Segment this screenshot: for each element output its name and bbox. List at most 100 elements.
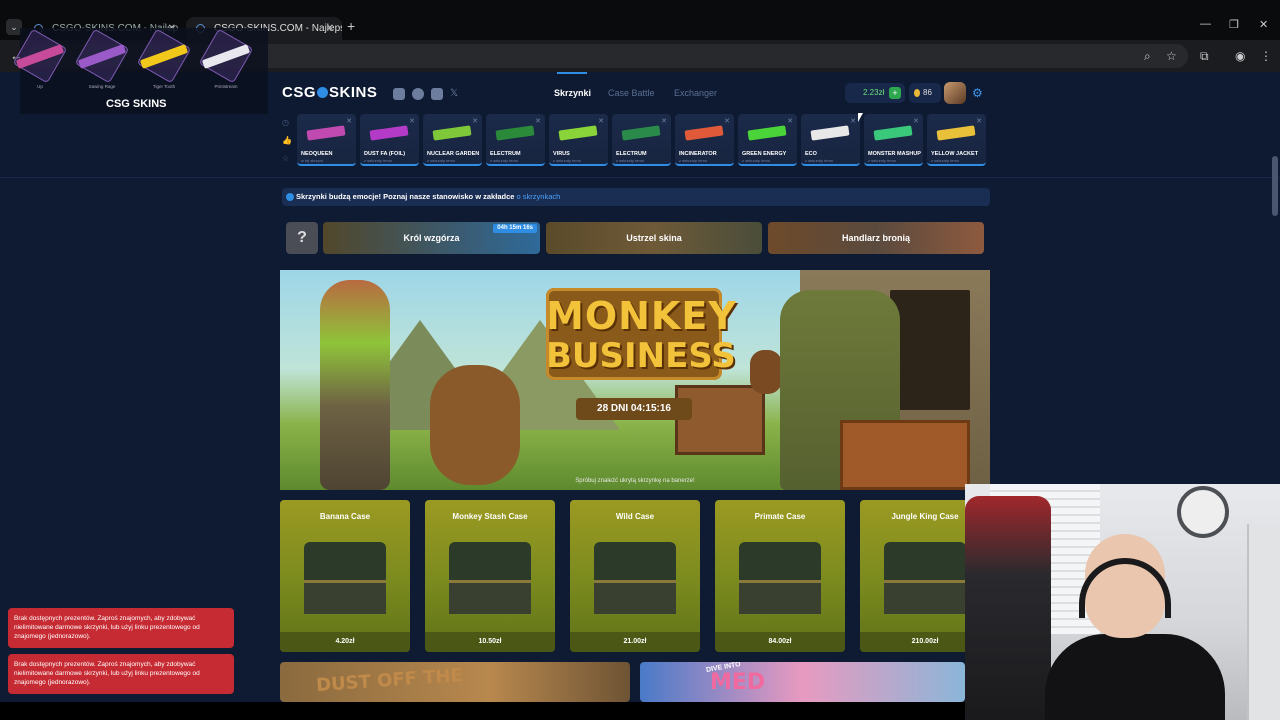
king-of-hill-button[interactable]: Król wzgórza 04h 15m 16s	[323, 222, 540, 254]
live-drop-item[interactable]: ✕ NUCLEAR GARDEN z sekundy temu	[423, 114, 482, 166]
case-card[interactable]: Monkey Stash Case 10.50zł	[425, 500, 555, 652]
case-chest-lid-image	[449, 542, 531, 582]
case-price: 10.50zł	[425, 632, 555, 652]
drop-time: z sekundy temu	[742, 158, 771, 163]
instagram-icon[interactable]	[431, 88, 443, 100]
case-name: Monkey Stash Case	[452, 512, 528, 521]
deposit-plus-button[interactable]: +	[889, 87, 901, 99]
live-drop-item[interactable]: ✕ ECO z sekundy temu	[801, 114, 860, 166]
drop-name: MONSTER MASHUP	[868, 151, 921, 157]
drops-star-icon[interactable]: ☆	[282, 154, 289, 163]
shelf	[1247, 524, 1280, 720]
case-chest-body-image	[594, 580, 676, 614]
live-drop-item[interactable]: ✕ ELECTRUM z sekundy temu	[612, 114, 671, 166]
extensions-icon[interactable]: ⧉	[1200, 49, 1209, 64]
profile-icon[interactable]: ◉	[1235, 49, 1245, 63]
drop-type-icon: ✕	[598, 118, 604, 125]
live-drop-item[interactable]: ✕ ELECTRUM z sekundy temu	[486, 114, 545, 166]
tab-close-icon[interactable]: ✕	[326, 17, 334, 40]
nav-cases[interactable]: Skrzynki	[554, 88, 591, 98]
overlay-skin-item	[74, 28, 130, 84]
drop-type-icon: ✕	[724, 118, 730, 125]
case-price: 84.00zł	[715, 632, 845, 652]
shoot-skin-button[interactable]: Ustrzel skina	[546, 222, 762, 254]
error-toast[interactable]: Brak dostępnych prezentów. Zaproś znajom…	[8, 608, 234, 648]
stream-overlay: CSG SKINS Up Sawing Rage Tiger Tooth Prints…	[12, 28, 268, 114]
temple-door-illustration	[890, 290, 970, 410]
info-link[interactable]: o skrzynkach	[517, 192, 561, 201]
overlay-skin-label: Up	[37, 84, 43, 89]
live-drop-item[interactable]: ✕ INCINERATOR z sekundy temu	[675, 114, 734, 166]
close-window-button[interactable]: ✕	[1259, 18, 1268, 31]
logo-left-text: CSG	[282, 84, 317, 101]
drops-all-icon[interactable]: ◷	[282, 118, 289, 127]
live-drop-item[interactable]: ✕ YELLOW JACKET z sekundy temu	[927, 114, 986, 166]
logo-right-text: SKINS	[329, 84, 378, 101]
avatar[interactable]	[944, 82, 966, 104]
case-chest-body-image	[449, 580, 531, 614]
arms-dealer-button[interactable]: Handlarz bronią	[768, 222, 984, 254]
case-card[interactable]: Wild Case 21.00zł	[570, 500, 700, 652]
weapon-skin-image	[621, 125, 661, 141]
drop-name: ELECTRUM	[490, 151, 521, 157]
event-banner[interactable]: MONKEY BUSINESS 28 DNI 04:15:16 Spróbuj …	[280, 270, 990, 490]
x-twitter-icon[interactable]: 𝕏	[450, 88, 462, 100]
case-chest-lid-image	[739, 542, 821, 582]
drops-top-icon[interactable]: 👍	[282, 136, 292, 145]
site-logo[interactable]: CSG SKINS	[282, 84, 377, 101]
drop-time: z sekundy temu	[490, 158, 519, 163]
wall-clock	[1177, 486, 1229, 538]
drop-time: z sekundy temu	[805, 158, 834, 163]
drop-name: NEOQUEEN	[301, 151, 333, 157]
promo-title: MED	[710, 670, 766, 695]
weapon-skin-image	[747, 125, 787, 141]
bottom-black-bar	[0, 702, 965, 720]
drop-time: z sekundy temu	[616, 158, 645, 163]
gear-icon[interactable]: ⚙	[972, 86, 983, 100]
live-drop-item[interactable]: ✕ NEOQUEEN w tej skrzyni	[297, 114, 356, 166]
promo-banner-dive[interactable]: MED DIVE INTO	[640, 662, 965, 702]
case-card[interactable]: Banana Case 4.20zł	[280, 500, 410, 652]
page-scrollbar[interactable]	[1272, 156, 1278, 216]
gaming-chair	[965, 496, 1051, 720]
balance-display[interactable]: 2.23zł +	[845, 83, 905, 103]
live-drops-strip: ✕ NEOQUEEN w tej skrzyni ✕ DUST FA (FOIL) z s…	[297, 114, 991, 166]
weapon-skin-image	[684, 125, 724, 141]
new-tab-button[interactable]: +	[347, 18, 355, 34]
drop-name: YELLOW JACKET	[931, 151, 979, 157]
weapon-skin-image	[306, 125, 346, 141]
coins-value: 86	[923, 88, 932, 97]
discord-icon[interactable]	[393, 88, 405, 100]
event-title-line2: BUSINESS	[546, 336, 736, 376]
drop-name: ELECTRUM	[616, 151, 647, 157]
weapon-skin-image	[936, 125, 976, 141]
overlay-skin-item	[136, 28, 192, 84]
case-name: Primate Case	[754, 512, 806, 521]
overlay-skin-label: Printstream	[214, 84, 238, 89]
overlay-skin-item	[198, 28, 254, 84]
zoom-icon[interactable]: ⌕	[1144, 49, 1151, 64]
drop-name: NUCLEAR GARDEN	[427, 151, 480, 157]
live-drop-item[interactable]: ✕ DUST FA (FOIL) z sekundy temu	[360, 114, 419, 166]
error-toast[interactable]: Brak dostępnych prezentów. Zaproś znajom…	[8, 654, 234, 694]
mystery-mode-button[interactable]: ?	[286, 222, 318, 254]
live-drop-item[interactable]: ✕ GREEN ENERGY z sekundy temu	[738, 114, 797, 166]
info-text: Skrzynki budzą emocje! Poznaj nasze stan…	[296, 192, 515, 201]
menu-kebab-icon[interactable]: ⋮	[1260, 49, 1272, 63]
drop-name: INCINERATOR	[679, 151, 717, 157]
banner-hint: Spróbuj znaleźć ukrytą skrzynkę na baner…	[575, 478, 695, 484]
promo-banner-dust[interactable]: DUST OFF THE	[280, 662, 630, 702]
live-drop-item[interactable]: ✕ VIRUS z sekundy temu	[549, 114, 608, 166]
coins-display[interactable]: 86	[909, 83, 941, 103]
nav-case-battle[interactable]: Case Battle	[608, 88, 655, 98]
minimize-button[interactable]: —	[1200, 18, 1211, 30]
bookmark-star-icon[interactable]: ☆	[1166, 49, 1177, 63]
maximize-button[interactable]: ❐	[1229, 18, 1239, 31]
case-chest-body-image	[884, 580, 966, 614]
facebook-icon[interactable]	[412, 88, 424, 100]
small-monkey-illustration	[750, 350, 782, 394]
case-card[interactable]: Primate Case 84.00zł	[715, 500, 845, 652]
live-drop-item[interactable]: ✕ MONSTER MASHUP z sekundy temu	[864, 114, 923, 166]
overlay-logo: CSG SKINS	[106, 98, 167, 110]
nav-exchanger[interactable]: Exchanger	[674, 88, 717, 98]
